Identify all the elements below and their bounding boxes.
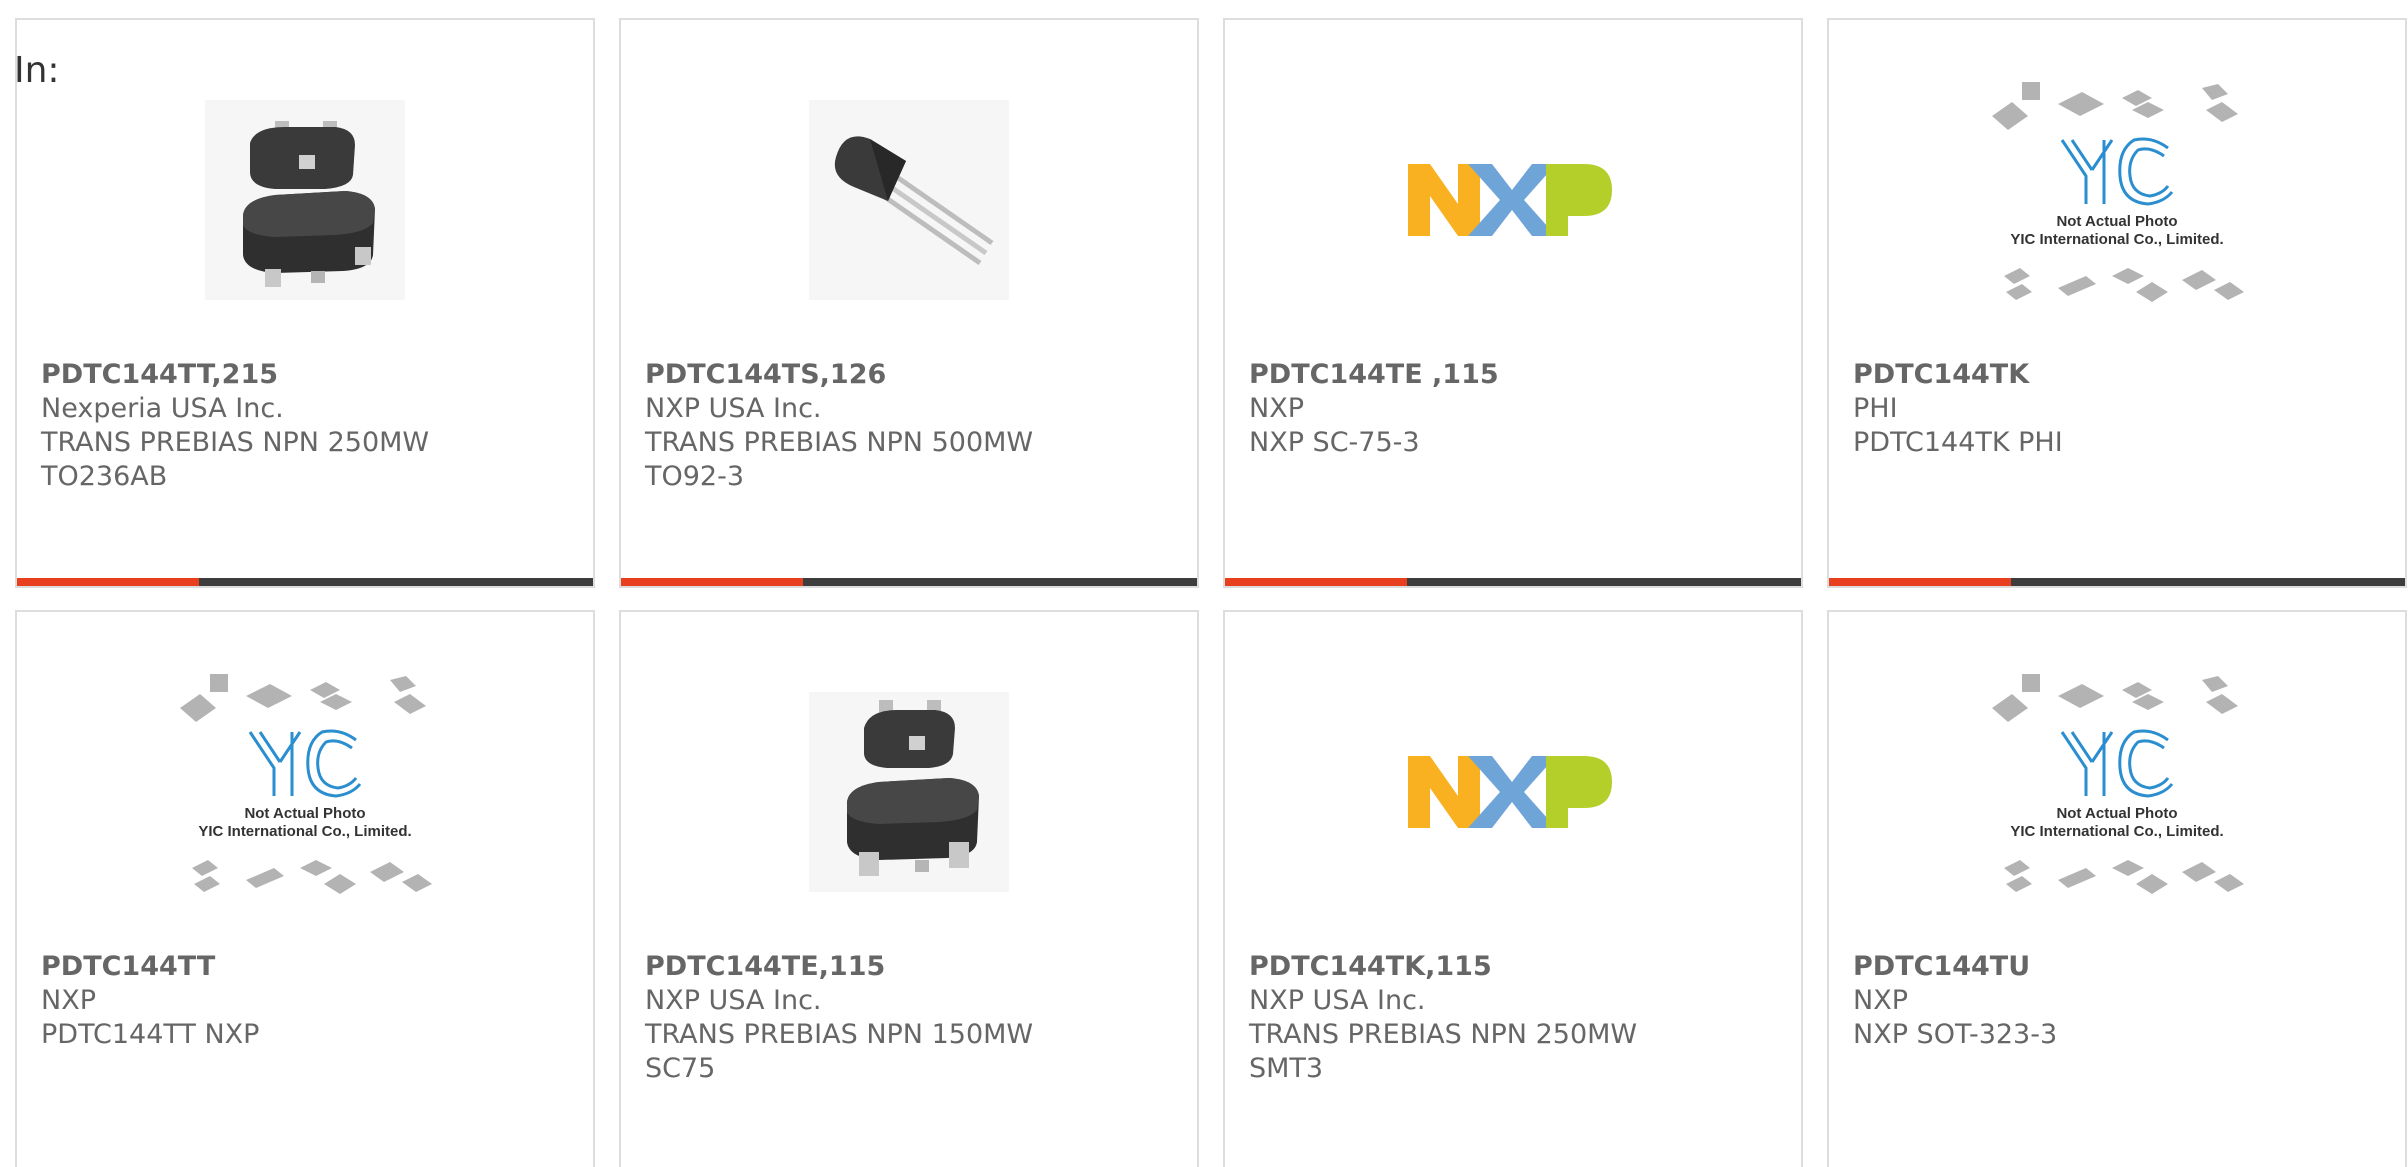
manufacturer: NXP (1249, 393, 1304, 424)
product-card[interactable]: Not Actual Photo YIC International Co., … (1827, 18, 2407, 588)
part-number[interactable]: PDTC144TK (1853, 358, 2385, 392)
not-actual-photo-text: Not Actual Photo (2056, 805, 2177, 822)
part-number[interactable]: PDTC144TE ,115 (1249, 358, 1781, 392)
product-info: PDTC144TT NXP PDTC144TT NXP (41, 950, 573, 1052)
part-number[interactable]: PDTC144TU (1853, 950, 2385, 984)
part-number[interactable]: PDTC144TK,115 (1249, 950, 1781, 984)
description: TRANS PREBIAS NPN 250MW (41, 427, 430, 458)
part-number[interactable]: PDTC144TT,215 (41, 358, 573, 392)
yic-company-text: YIC International Co., Limited. (2010, 823, 2223, 840)
product-card[interactable]: PDTC144TS,126 NXP USA Inc. TRANS PREBIAS… (619, 18, 1199, 588)
manufacturer: NXP USA Inc. (1249, 985, 1426, 1016)
not-actual-photo-text: Not Actual Photo (2056, 213, 2177, 230)
product-image[interactable] (1225, 80, 1801, 320)
product-image[interactable]: Not Actual Photo YIC International Co., … (17, 672, 593, 912)
package: TO92-3 (645, 461, 745, 492)
manufacturer: Nexperia USA Inc. (41, 393, 284, 424)
description: NXP SOT-323-3 (1853, 1019, 2058, 1050)
description: TRANS PREBIAS NPN 500MW (645, 427, 1034, 458)
product-info: PDTC144TE,115 NXP USA Inc. TRANS PREBIAS… (645, 950, 1177, 1086)
product-info: PDTC144TE ,115 NXP NXP SC-75-3 (1249, 358, 1781, 460)
package: SMT3 (1249, 1053, 1324, 1084)
package: SC75 (645, 1053, 716, 1084)
nxp-logo (1408, 164, 1612, 236)
yic-placeholder-image: Not Actual Photo YIC International Co., … (1992, 82, 2244, 302)
yic-company-text: YIC International Co., Limited. (198, 823, 411, 840)
package: TO236AB (41, 461, 168, 492)
product-info: PDTC144TU NXP NXP SOT-323-3 (1853, 950, 2385, 1052)
card-accent-bar (621, 578, 803, 586)
yic-placeholder-image: Not Actual Photo YIC International Co., … (180, 674, 432, 894)
product-card[interactable]: PDTC144TE ,115 NXP NXP SC-75-3 (1223, 18, 1803, 588)
card-bottom-bar (17, 578, 593, 586)
product-info: PDTC144TS,126 NXP USA Inc. TRANS PREBIAS… (645, 358, 1177, 494)
manufacturer: NXP (41, 985, 96, 1016)
product-list-page: In: PDTC144TT,215 Nexperia USA Inc. TRAN… (0, 0, 2408, 1167)
product-image[interactable] (621, 672, 1197, 912)
manufacturer: NXP USA Inc. (645, 393, 822, 424)
product-card[interactable]: PDTC144TK,115 NXP USA Inc. TRANS PREBIAS… (1223, 610, 1803, 1167)
part-number[interactable]: PDTC144TT (41, 950, 573, 984)
card-accent-bar (1225, 578, 1407, 586)
manufacturer: NXP (1853, 985, 1908, 1016)
in-label: In: (14, 50, 60, 91)
product-image[interactable]: Not Actual Photo YIC International Co., … (1829, 672, 2405, 912)
card-bottom-bar (621, 578, 1197, 586)
description: TRANS PREBIAS NPN 250MW (1249, 1019, 1638, 1050)
yic-company-text: YIC International Co., Limited. (2010, 231, 2223, 248)
nxp-logo (1408, 756, 1612, 828)
product-card[interactable]: PDTC144TT,215 Nexperia USA Inc. TRANS PR… (15, 18, 595, 588)
card-bottom-bar (1829, 578, 2405, 586)
card-accent-bar (1829, 578, 2011, 586)
description: TRANS PREBIAS NPN 150MW (645, 1019, 1034, 1050)
not-actual-photo-text: Not Actual Photo (244, 805, 365, 822)
product-image[interactable]: Not Actual Photo YIC International Co., … (1829, 80, 2405, 320)
part-number[interactable]: PDTC144TS,126 (645, 358, 1177, 392)
product-info: PDTC144TK,115 NXP USA Inc. TRANS PREBIAS… (1249, 950, 1781, 1086)
sot23-package-photo (205, 100, 405, 300)
description: PDTC144TT NXP (41, 1019, 260, 1050)
product-info: PDTC144TK PHI PDTC144TK PHI (1853, 358, 2385, 460)
description: PDTC144TK PHI (1853, 427, 2063, 458)
manufacturer: PHI (1853, 393, 1898, 424)
sot23-package-photo (809, 692, 1009, 892)
part-number[interactable]: PDTC144TE,115 (645, 950, 1177, 984)
product-card[interactable]: Not Actual Photo YIC International Co., … (1827, 610, 2407, 1167)
product-image[interactable] (17, 80, 593, 320)
product-image[interactable] (621, 80, 1197, 320)
product-image[interactable] (1225, 672, 1801, 912)
manufacturer: NXP USA Inc. (645, 985, 822, 1016)
product-card[interactable]: PDTC144TE,115 NXP USA Inc. TRANS PREBIAS… (619, 610, 1199, 1167)
product-grid: PDTC144TT,215 Nexperia USA Inc. TRANS PR… (15, 18, 2407, 1167)
product-card[interactable]: Not Actual Photo YIC International Co., … (15, 610, 595, 1167)
description: NXP SC-75-3 (1249, 427, 1420, 458)
card-accent-bar (17, 578, 199, 586)
yic-placeholder-image: Not Actual Photo YIC International Co., … (1992, 674, 2244, 894)
to92-package-photo (809, 100, 1009, 300)
card-bottom-bar (1225, 578, 1801, 586)
product-info: PDTC144TT,215 Nexperia USA Inc. TRANS PR… (41, 358, 573, 494)
